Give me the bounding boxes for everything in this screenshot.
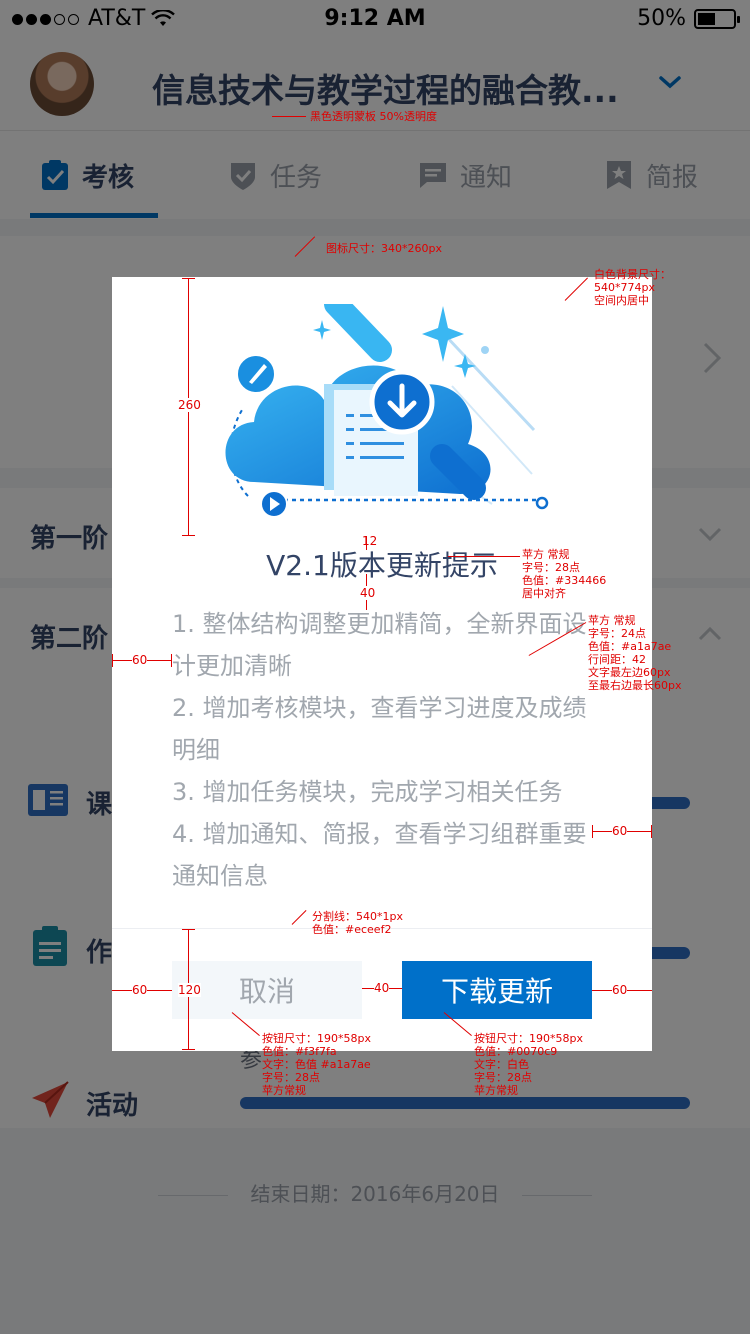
annotation-line: 至最右边最长60px <box>588 679 682 692</box>
annotation-line: 字号：24点 <box>588 627 646 640</box>
annotation-title-font: 苹方 常规 字号：28点 色值：#334466 居中对齐 <box>522 548 606 600</box>
annotation-line: 苹方常规 <box>262 1084 306 1097</box>
annotation-line: 苹方 常规 <box>588 614 636 627</box>
dim-40-between-buttons: 40 <box>374 981 390 995</box>
annotation-line: 行间距：42 <box>588 653 646 666</box>
annotation-line: 文字最左边60px <box>588 666 671 679</box>
change-item: 1. 整体结构调整更加精简，全新界面设计更加清晰 <box>172 610 587 680</box>
annotation-line: 按钮尺寸：190*58px <box>474 1032 583 1045</box>
annotation-line: 字号：28点 <box>262 1071 320 1084</box>
cloud-download-illustration <box>225 304 549 518</box>
change-item: 3. 增加任务模块，完成学习相关任务 <box>172 778 563 806</box>
annotation-line: 苹方 常规 <box>522 548 570 561</box>
annotation-line: 色值：#eceef2 <box>312 923 392 936</box>
annotation-line: 文字：白色 <box>474 1058 529 1071</box>
dim-60-body-left: 60 <box>132 653 148 667</box>
dim-40-vertical: 40 <box>360 586 376 600</box>
dim-12: 12 <box>362 534 378 548</box>
annotation-line: 空间内居中 <box>594 294 649 307</box>
annotation-line: 分割线：540*1px <box>312 910 403 923</box>
annotation-mask: 黑色透明蒙板 50%透明度 <box>310 110 437 123</box>
annotation-line: 苹方常规 <box>474 1084 518 1097</box>
annotation-line: 按钮尺寸：190*58px <box>262 1032 371 1045</box>
annotation-line: 540*774px <box>594 281 655 294</box>
annotation-body-font: 苹方 常规 字号：24点 色值：#a1a7ae 行间距：42 文字最左边60px… <box>588 614 682 692</box>
annotation-line: 色值：#334466 <box>522 574 607 587</box>
change-item: 2. 增加考核模块，查看学习进度及成绩明细 <box>172 694 587 764</box>
annotation-line: 居中对齐 <box>522 587 566 600</box>
dialog-body: 1. 整体结构调整更加精简，全新界面设计更加清晰 2. 增加考核模块，查看学习进… <box>172 603 592 897</box>
annotation-download-button: 按钮尺寸：190*58px 色值：#0070c9 文字：白色 字号：28点 苹方… <box>474 1032 583 1097</box>
annotation-line: 白色背景尺寸： <box>594 268 671 281</box>
dim-60-download-right: 60 <box>612 983 628 997</box>
annotation-line: 文字：色值 #a1a7ae <box>262 1058 371 1071</box>
annotation-line: 色值：#a1a7ae <box>588 640 672 653</box>
download-update-button[interactable]: 下载更新 <box>402 961 592 1019</box>
dim-60-cancel-left: 60 <box>132 983 148 997</box>
annotation-divider: 分割线：540*1px 色值：#eceef2 <box>312 910 403 936</box>
annotation-icon-size: 图标尺寸：340*260px <box>326 242 442 255</box>
annotation-line: 色值：#f3f7fa <box>262 1045 337 1058</box>
annotation-line: 色值：#0070c9 <box>474 1045 558 1058</box>
dim-60-body-right: 60 <box>612 824 628 838</box>
annotation-bg-size: 白色背景尺寸： 540*774px 空间内居中 <box>594 268 671 307</box>
dim-260: 260 <box>178 398 201 412</box>
annotation-line: 字号：28点 <box>522 561 580 574</box>
change-item: 4. 增加通知、简报，查看学习组群重要通知信息 <box>172 820 587 890</box>
annotation-cancel-button: 按钮尺寸：190*58px 色值：#f3f7fa 文字：色值 #a1a7ae 字… <box>262 1032 371 1097</box>
annotation-line: 字号：28点 <box>474 1071 532 1084</box>
dim-120: 120 <box>178 983 201 997</box>
